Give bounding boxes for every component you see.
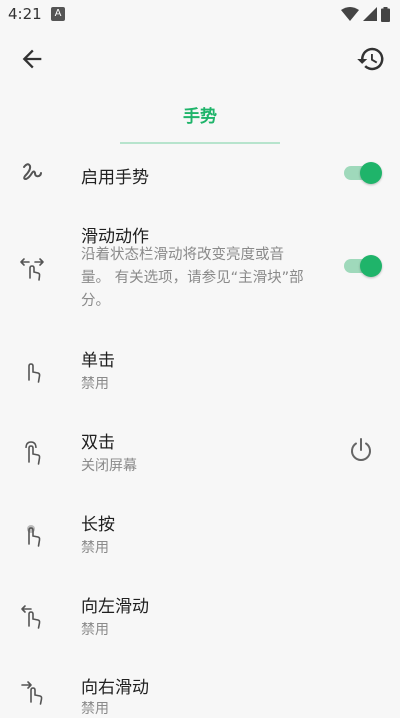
setting-single-tap[interactable]: 单击 禁用 <box>0 336 400 398</box>
setting-subtitle: 禁用 <box>81 540 109 556</box>
tab-gestures[interactable]: 手势 <box>120 90 280 144</box>
status-bar: 4:21 A <box>0 0 400 28</box>
status-time: 4:21 <box>8 5 42 23</box>
setting-subtitle: 禁用 <box>81 376 109 392</box>
setting-title: 单击 <box>81 351 115 371</box>
tab-indicator <box>120 142 280 144</box>
swipe-action-toggle[interactable] <box>344 255 382 277</box>
setting-description: 沿着状态栏滑动将改变亮度或音量。 有关选项，请参见“主滑块”部分。 <box>81 247 304 309</box>
setting-title: 双击 <box>81 433 115 453</box>
setting-long-press[interactable]: 长按 禁用 <box>0 500 400 562</box>
battery-icon <box>381 6 390 22</box>
double-tap-icon <box>25 441 41 465</box>
long-press-icon <box>27 525 41 547</box>
setting-subtitle: 禁用 <box>81 701 109 717</box>
setting-subtitle: 禁用 <box>81 622 109 638</box>
power-icon[interactable] <box>347 436 375 464</box>
setting-double-tap[interactable]: 双击 关闭屏幕 <box>0 418 400 480</box>
setting-subtitle: 关闭屏幕 <box>81 458 137 474</box>
tab-label: 手势 <box>183 107 217 127</box>
setting-swipe-action[interactable]: 滑动动作 沿着状态栏滑动将改变亮度或音量。 有关选项，请参见“主滑块”部分。 <box>0 216 400 316</box>
swipe-horizontal-icon <box>20 258 44 281</box>
tap-icon <box>28 363 41 383</box>
app-bar <box>0 28 400 88</box>
toggle-thumb <box>360 162 382 184</box>
setting-title: 向左滑动 <box>81 597 149 617</box>
setting-title: 向右滑动 <box>81 678 149 698</box>
setting-swipe-right[interactable]: 向右滑动 禁用 <box>0 664 400 717</box>
setting-title: 长按 <box>81 515 115 535</box>
wifi-icon <box>341 7 359 21</box>
status-icons <box>341 6 390 22</box>
setting-enable-gestures[interactable]: 启用手势 <box>0 150 400 196</box>
signal-icon <box>363 7 377 21</box>
swipe-right-icon <box>21 681 43 705</box>
notification-icon: A <box>51 7 65 21</box>
setting-title: 启用手势 <box>81 168 149 188</box>
toggle-thumb <box>360 255 382 277</box>
restore-icon[interactable] <box>356 44 386 74</box>
gesture-squiggle-icon <box>23 163 42 181</box>
enable-gestures-toggle[interactable] <box>344 162 382 184</box>
swipe-left-icon <box>21 605 41 629</box>
back-arrow-icon[interactable] <box>18 45 46 73</box>
setting-swipe-left[interactable]: 向左滑动 禁用 <box>0 582 400 644</box>
